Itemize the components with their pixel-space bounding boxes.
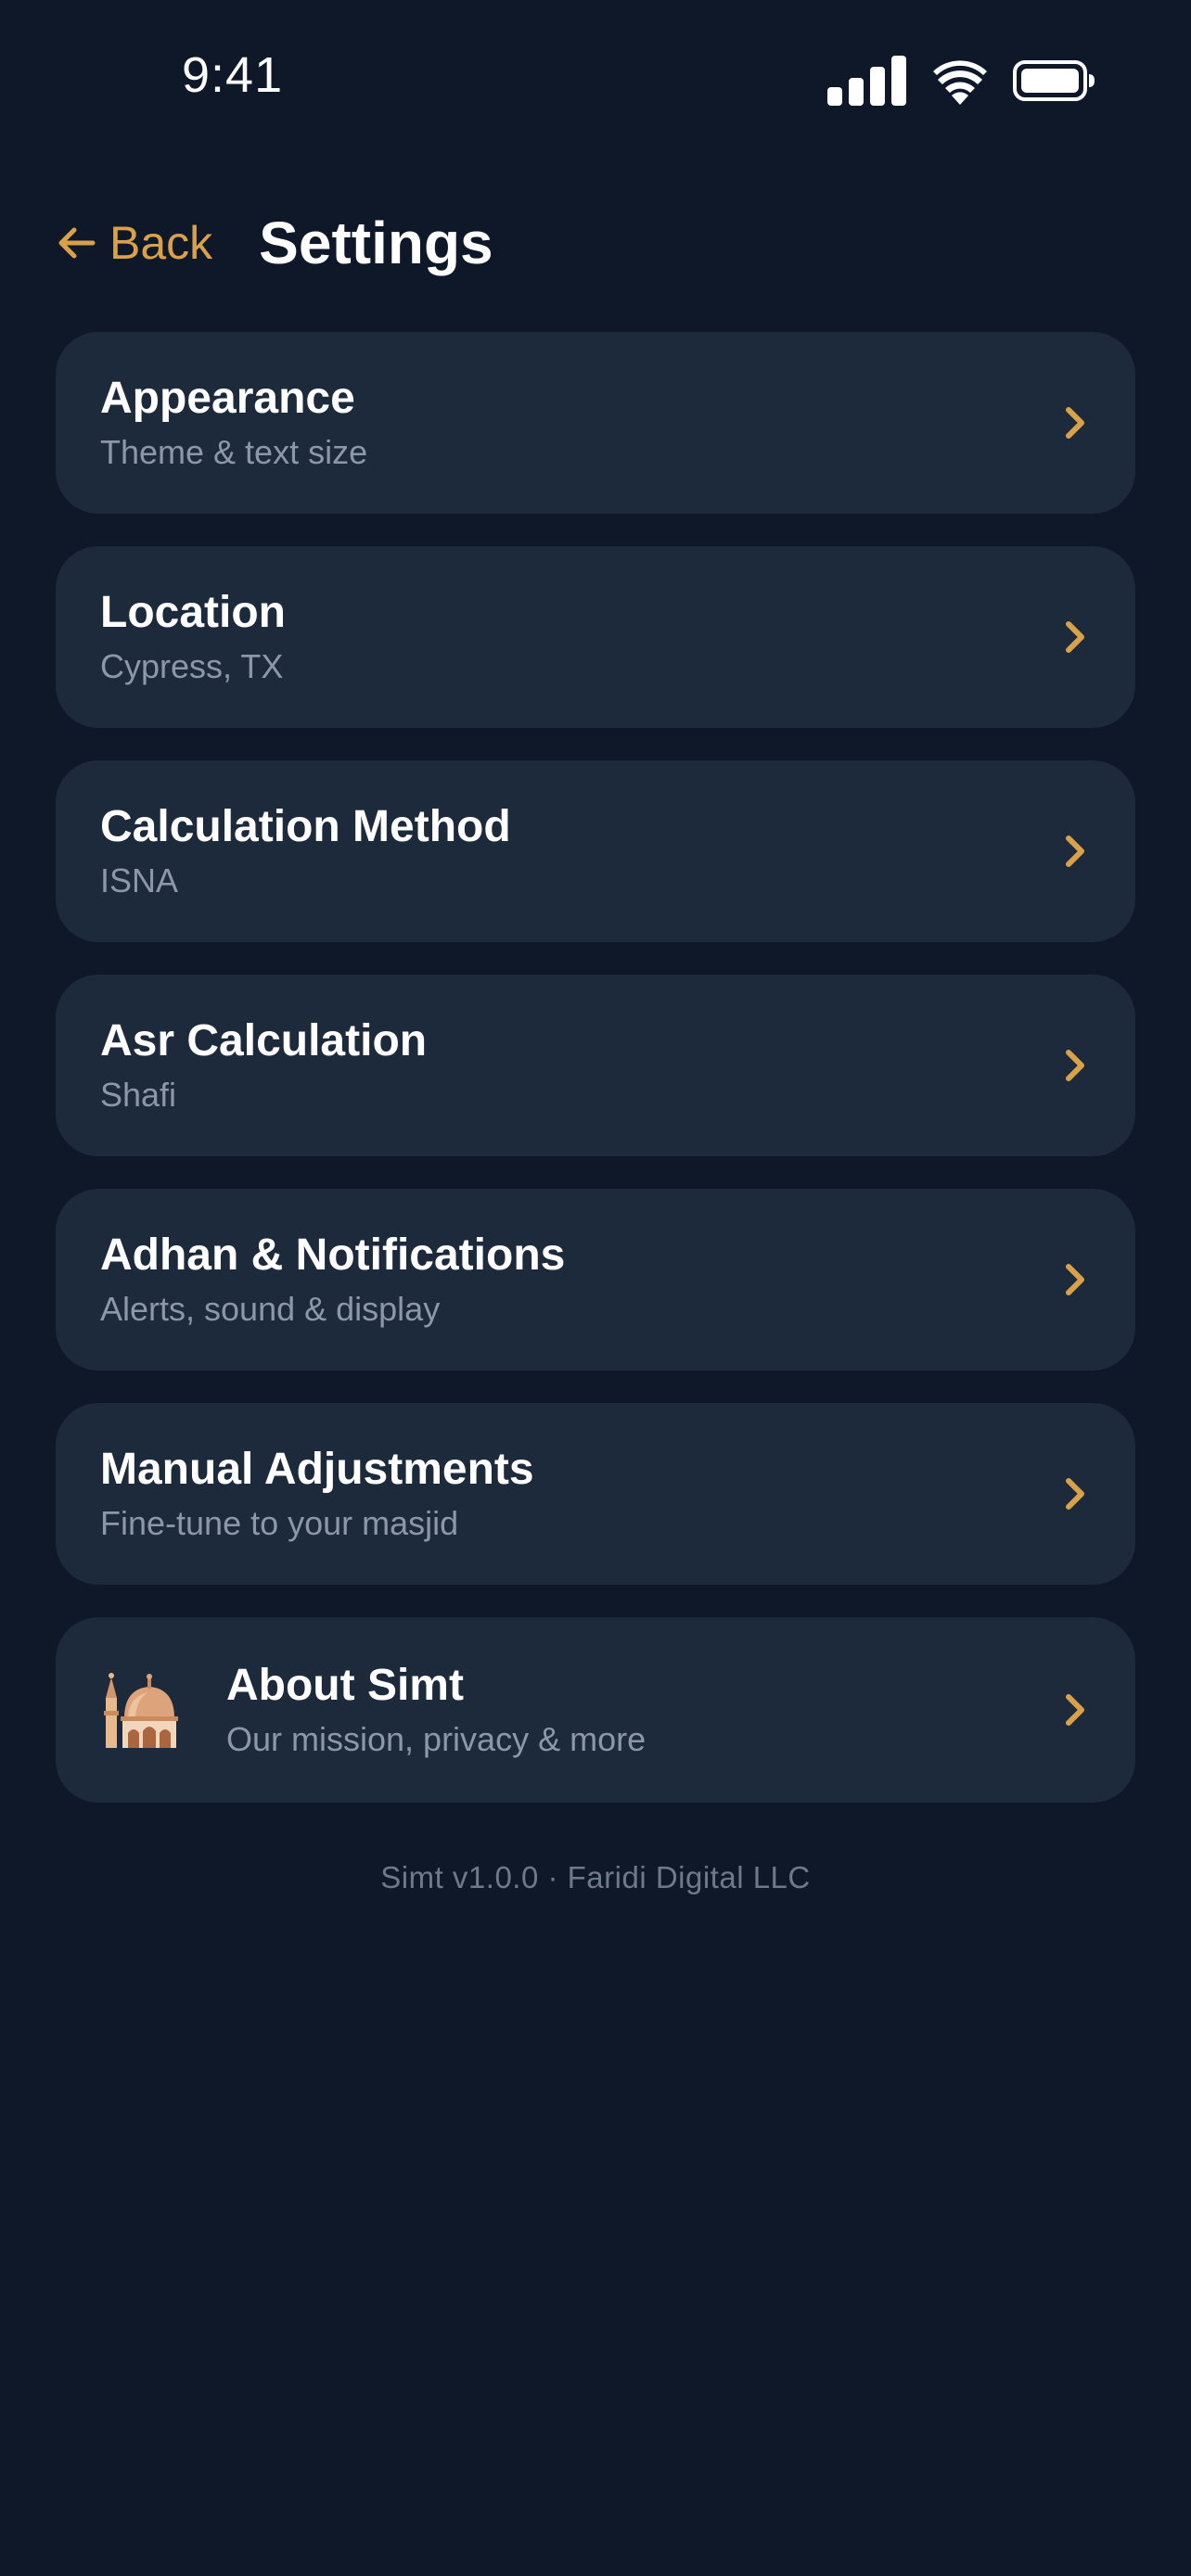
settings-item-calculation-method[interactable]: Calculation Method ISNA bbox=[56, 760, 1135, 942]
chevron-right-icon bbox=[1066, 1050, 1084, 1081]
signal-icon bbox=[827, 56, 906, 106]
status-icons bbox=[827, 56, 1095, 106]
settings-item-title: Manual Adjustments bbox=[100, 1445, 534, 1494]
settings-item-title: Asr Calculation bbox=[100, 1016, 428, 1065]
settings-item-title: Appearance bbox=[100, 374, 355, 423]
settings-item-subtitle: Our mission, privacy & more bbox=[226, 1720, 647, 1758]
settings-item-subtitle: Shafi bbox=[100, 1076, 177, 1114]
mosque-icon bbox=[104, 1673, 178, 1748]
settings-item-adhan-notifications[interactable]: Adhan & Notifications Alerts, sound & di… bbox=[56, 1189, 1135, 1371]
status-bar: 9:41 bbox=[0, 0, 1191, 158]
settings-item-subtitle: Cypress, TX bbox=[100, 647, 284, 685]
settings-item-subtitle: Theme & text size bbox=[100, 433, 368, 471]
chevron-right-icon bbox=[1066, 407, 1084, 439]
settings-item-location[interactable]: Location Cypress, TX bbox=[56, 546, 1135, 728]
settings-item-title: Location bbox=[100, 588, 286, 637]
settings-item-manual-adjustments[interactable]: Manual Adjustments Fine-tune to your mas… bbox=[56, 1403, 1135, 1585]
settings-item-title: Adhan & Notifications bbox=[100, 1231, 566, 1280]
settings-item-title: Calculation Method bbox=[100, 802, 511, 851]
settings-item-about[interactable]: About Simt Our mission, privacy & more bbox=[56, 1617, 1135, 1803]
arrow-left-icon bbox=[58, 227, 96, 259]
status-time: 9:41 bbox=[182, 47, 284, 103]
back-button[interactable]: Back bbox=[56, 216, 212, 270]
chevron-right-icon bbox=[1066, 1478, 1084, 1510]
settings-item-title: About Simt bbox=[226, 1661, 464, 1710]
wifi-icon bbox=[933, 60, 987, 105]
back-label: Back bbox=[109, 217, 213, 269]
settings-item-subtitle: Alerts, sound & display bbox=[100, 1290, 441, 1328]
chevron-right-icon bbox=[1066, 1264, 1084, 1295]
navigation-header: Back Settings bbox=[56, 206, 493, 280]
battery-icon bbox=[1013, 60, 1095, 101]
app-version-footer: Simt v1.0.0 · Faridi Digital LLC bbox=[380, 1860, 811, 1894]
settings-list: Appearance Theme & text size Location Cy… bbox=[56, 332, 1135, 1835]
settings-item-appearance[interactable]: Appearance Theme & text size bbox=[56, 332, 1135, 514]
chevron-right-icon bbox=[1066, 835, 1084, 867]
page-title: Settings bbox=[259, 210, 493, 276]
chevron-right-icon bbox=[1066, 621, 1084, 653]
settings-item-subtitle: Fine-tune to your masjid bbox=[100, 1504, 459, 1542]
chevron-right-icon bbox=[1066, 1694, 1084, 1726]
settings-item-subtitle: ISNA bbox=[100, 861, 179, 899]
settings-item-asr-calculation[interactable]: Asr Calculation Shafi bbox=[56, 975, 1135, 1156]
